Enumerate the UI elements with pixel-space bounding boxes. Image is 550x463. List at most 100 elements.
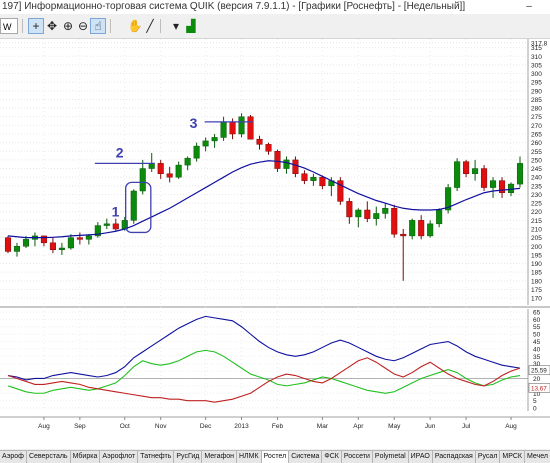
- oscillator-tick-label: 35: [533, 354, 541, 361]
- line-dropdown-icon[interactable]: ▾: [168, 18, 184, 34]
- candle-body: [238, 116, 245, 135]
- tab-русгид[interactable]: РусГид: [174, 451, 203, 463]
- toolbar-separator: [110, 19, 111, 33]
- candle-body: [265, 144, 272, 152]
- candle-body: [13, 246, 21, 252]
- candle-body: [346, 201, 353, 218]
- price-tick-label: 305: [531, 62, 542, 69]
- price-chart[interactable]: 317,831531030530029529028528027527026526…: [0, 39, 550, 449]
- candle: [4, 235, 12, 254]
- price-tick-label: 170: [531, 296, 542, 303]
- price-tick-label: 195: [531, 252, 542, 259]
- instrument-tabs: Аэроф Северсталь Мбирка Аэрофлот Татнефть Рус…: [0, 450, 550, 463]
- price-tick-label: 300: [531, 71, 542, 78]
- candle-body: [112, 223, 119, 230]
- tab-мечел[interactable]: Мечел: [525, 451, 550, 463]
- candle-body: [463, 161, 470, 174]
- price-tick-label: 265: [531, 132, 542, 139]
- tab-мегафон[interactable]: Мегафон: [202, 451, 237, 463]
- minimize-icon[interactable]: –: [522, 0, 536, 14]
- tab-мбирка[interactable]: Мбирка: [71, 451, 101, 463]
- toolbar-separator: [22, 19, 23, 33]
- cursor-cross-icon[interactable]: +: [28, 18, 44, 34]
- oscillator-value-badge: 25,59: [528, 365, 550, 376]
- tab-россети[interactable]: Россети: [342, 451, 373, 463]
- candle-body: [319, 176, 326, 187]
- tab-ростел[interactable]: Ростел: [261, 451, 290, 463]
- price-tick-label: 225: [531, 201, 542, 208]
- time-tick-label: Jun: [425, 423, 436, 430]
- candle: [130, 189, 137, 224]
- candle-body: [202, 140, 209, 147]
- tab-распадская[interactable]: Распадская: [433, 451, 476, 463]
- candle-body: [292, 159, 299, 174]
- tab-северсталь[interactable]: Северсталь: [27, 451, 71, 463]
- toolbar-separator: [160, 19, 161, 33]
- indicator-bars-icon[interactable]: ▟: [183, 18, 199, 34]
- tab-ирао[interactable]: ИРАО: [409, 451, 433, 463]
- annotation-label-1: 1: [112, 204, 120, 220]
- candle-body: [373, 213, 380, 219]
- time-tick-label: Nov: [155, 423, 167, 430]
- tab-аэрофлот[interactable]: Аэрофлот: [100, 451, 139, 463]
- price-tick-label: 230: [531, 192, 542, 199]
- oscillator-tick-label: 60: [533, 317, 541, 324]
- time-tick-label: Mar: [317, 423, 329, 430]
- candle-body: [409, 220, 416, 237]
- price-tick-label: 270: [531, 123, 542, 130]
- candle-body: [427, 223, 434, 237]
- candle-body: [283, 159, 290, 169]
- oscillator-tick-label: 0: [533, 406, 537, 413]
- price-tick-label: 200: [531, 244, 542, 251]
- tab-система[interactable]: Система: [289, 451, 323, 463]
- tab-мрск[interactable]: МРСК: [500, 451, 525, 463]
- price-tick-label: 220: [531, 209, 542, 216]
- annotation-label-3: 3: [190, 115, 198, 131]
- oscillator-tick-label: 65: [533, 309, 541, 316]
- oscillator-value-badge: 13,67: [528, 383, 550, 393]
- hand-grab-icon[interactable]: ✋: [127, 18, 143, 34]
- candle-body: [490, 180, 497, 188]
- tab-русал[interactable]: Русал: [476, 451, 501, 463]
- candle-body: [139, 168, 146, 192]
- candle-body: [220, 121, 227, 138]
- candle-body: [4, 237, 12, 252]
- draw-line-icon[interactable]: ╱: [142, 18, 158, 34]
- hand-pointer-icon[interactable]: ☝: [90, 18, 106, 34]
- zoom-in-icon[interactable]: ⊕: [60, 18, 76, 34]
- candle-body: [130, 190, 137, 221]
- candle-body: [382, 208, 389, 214]
- candle: [481, 165, 488, 191]
- time-tick-label: 2013: [234, 423, 249, 430]
- candle-body: [157, 163, 164, 174]
- chart-toolbar: W + ✥ ⊕ ⊖ ☝ ✋ ╱ ▾ ▟: [0, 14, 550, 39]
- candle-body: [85, 235, 92, 240]
- candle-body: [507, 183, 515, 193]
- tab-фск[interactable]: ФСК: [322, 451, 342, 463]
- chart-area[interactable]: 317,8 315 310 305 300 295 290 285 280 275 270 265 26…: [0, 39, 550, 449]
- candle-body: [76, 237, 83, 240]
- oscillator-tick-label: 45: [533, 339, 541, 346]
- tab-татнефть[interactable]: Татнефть: [138, 451, 175, 463]
- price-tick-label: 185: [531, 270, 542, 277]
- title-bar: 197] Информационно-торговая система QUIK…: [0, 0, 550, 14]
- time-tick-label: Dec: [200, 423, 212, 430]
- oscillator-tick-label: 50: [533, 332, 541, 339]
- candle-body: [148, 163, 155, 169]
- candle-body: [175, 164, 182, 178]
- zoom-out-icon[interactable]: ⊖: [75, 18, 91, 34]
- candle-body: [516, 163, 524, 185]
- interval-select[interactable]: W: [0, 18, 18, 34]
- candle-body: [355, 209, 362, 218]
- price-tick-label: 210: [531, 227, 542, 234]
- price-tick-label: 310: [531, 54, 542, 61]
- price-tick-label: 295: [531, 80, 542, 87]
- move-arrows-icon[interactable]: ✥: [44, 18, 60, 34]
- tab-polymetal[interactable]: Polymetal: [373, 451, 409, 463]
- candle-body: [454, 161, 461, 188]
- tab-нлмк[interactable]: НЛМК: [237, 451, 262, 463]
- candle: [238, 113, 245, 138]
- tab-аэроф[interactable]: Аэроф: [0, 451, 27, 463]
- candle-body: [193, 145, 200, 159]
- candle-body: [436, 209, 443, 225]
